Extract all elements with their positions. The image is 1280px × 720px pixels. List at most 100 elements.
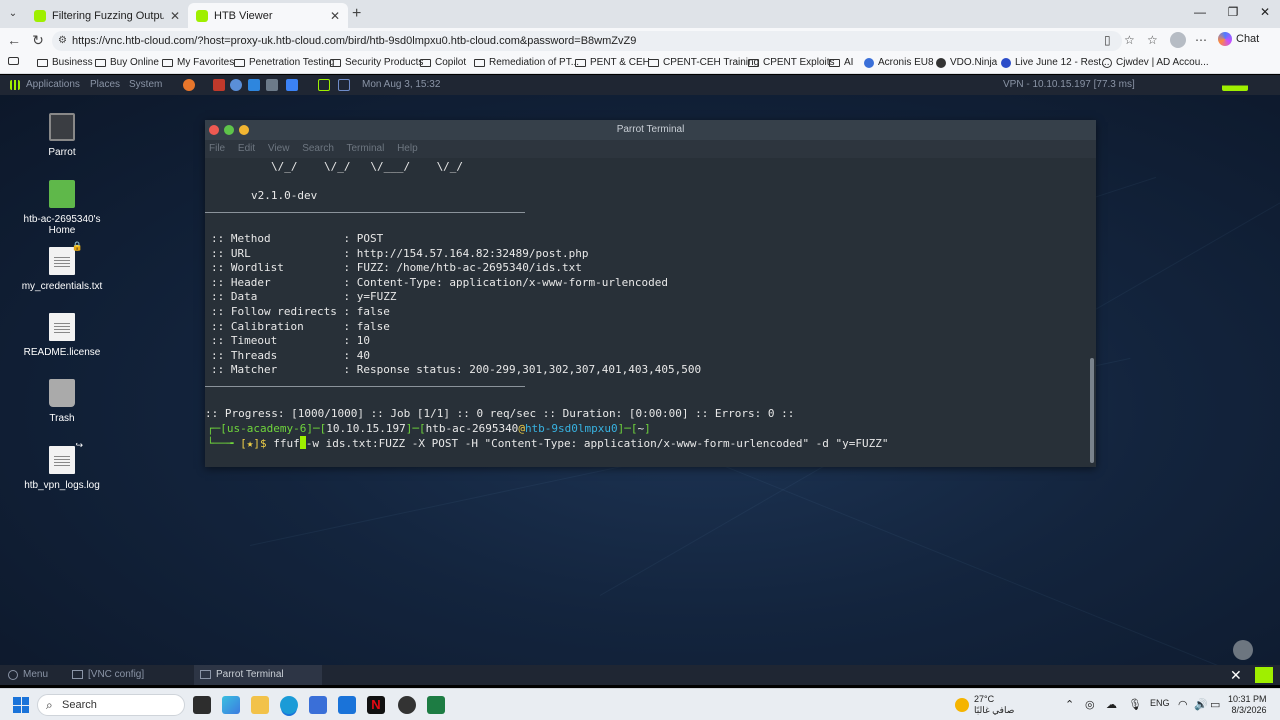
tab-close-icon[interactable]: ✕: [330, 9, 340, 23]
favorites-list-icon[interactable]: ☆: [1147, 33, 1158, 47]
tool-icon[interactable]: [266, 79, 278, 91]
desktop-icon-credentials[interactable]: 🔒 my_credentials.txt: [17, 241, 107, 292]
bookmark-remediation[interactable]: Remediation of PT...: [474, 57, 579, 68]
desktop-icon-parrot[interactable]: Parrot: [17, 113, 107, 158]
favorite-star-icon[interactable]: ☆: [1124, 33, 1135, 47]
language-indicator[interactable]: ENG: [1150, 698, 1170, 708]
bookmarks-bar: Business Buy Online My Favorites Penetra…: [0, 54, 1280, 74]
bookmark-ai[interactable]: AI: [829, 57, 853, 68]
vnc-toolbar-handle-icon[interactable]: [1233, 640, 1253, 660]
menu-button[interactable]: Menu: [8, 669, 48, 680]
task-view-icon[interactable]: [193, 696, 211, 714]
wifi-icon[interactable]: ◠: [1178, 698, 1188, 711]
tab-filtering-fuzzing[interactable]: Filtering Fuzzing Output | Hack Th ✕: [26, 3, 188, 28]
places-menu[interactable]: Places: [90, 79, 120, 90]
back-arrow-icon[interactable]: ←: [4, 32, 24, 48]
task-vnc-config[interactable]: [VNC config]: [72, 669, 144, 680]
menu-help[interactable]: Help: [397, 143, 418, 154]
tab-actions-chevron-icon[interactable]: ⌄: [4, 5, 22, 23]
app-launcher-icon[interactable]: [213, 79, 225, 91]
bookmark-copilot[interactable]: Copilot: [420, 57, 466, 68]
apps-grid-icon[interactable]: [10, 80, 20, 90]
bookmark-cjwdev[interactable]: Cjwdev | AD Accou...: [1102, 57, 1209, 68]
tab-htb-viewer[interactable]: HTB Viewer ✕: [188, 3, 348, 28]
restore-icon[interactable]: ❐: [1218, 5, 1248, 19]
terminal-output[interactable]: \/_/ \/_/ \/___/ \/_/ v2.1.0-dev :: Meth…: [205, 158, 1085, 467]
bookmark-my-favorites[interactable]: My Favorites: [162, 57, 234, 68]
menu-edit[interactable]: Edit: [238, 143, 255, 154]
minimize-window-icon[interactable]: [239, 125, 249, 135]
outlook-icon[interactable]: [338, 696, 356, 714]
menu-file[interactable]: File: [209, 143, 225, 154]
tray-app-icon[interactable]: ◎: [1085, 698, 1095, 711]
menu-terminal[interactable]: Terminal: [347, 143, 385, 154]
bookmark-security-products[interactable]: Security Products: [330, 57, 423, 68]
onedrive-icon[interactable]: ☁: [1106, 698, 1117, 711]
close-window-icon[interactable]: ✕: [1250, 5, 1280, 19]
tool-icon[interactable]: [286, 79, 298, 91]
terminal-titlebar[interactable]: Parrot Terminal: [205, 120, 1096, 140]
command-line[interactable]: └──╼ [★]$ ffuf -w ids.txt:FUZZ -X POST -H…: [207, 436, 889, 451]
tab-close-icon[interactable]: ✕: [170, 9, 180, 23]
desktop-icon-readme[interactable]: README.license: [17, 313, 107, 358]
new-tab-plus-icon[interactable]: +: [352, 5, 361, 23]
bookmark-business[interactable]: Business: [37, 57, 93, 68]
bookmark-acronis[interactable]: Acronis EU8: [864, 57, 934, 68]
store-icon[interactable]: [309, 696, 327, 714]
excel-icon[interactable]: [427, 696, 445, 714]
panel-clock[interactable]: Mon Aug 3, 15:32: [362, 79, 440, 90]
desktop-icon-vpn-logs[interactable]: ↪ htb_vpn_logs.log: [17, 440, 107, 491]
menu-search[interactable]: Search: [302, 143, 334, 154]
taskbar-clock[interactable]: 10:31 PM 8/3/2026: [1228, 694, 1267, 716]
weather-widget[interactable]: 27°C صافي غالبًا: [955, 694, 1014, 716]
bookmark-pent-ceh[interactable]: PENT & CEH: [575, 57, 650, 68]
firefox-icon[interactable]: [183, 79, 195, 91]
vnc-close-icon[interactable]: ✕: [1230, 667, 1242, 684]
taskbar-search-box[interactable]: ⌕ Search: [37, 694, 185, 716]
windows-start-icon[interactable]: [13, 697, 29, 713]
scrollbar-thumb[interactable]: [1090, 358, 1094, 463]
desktop-icon-trash[interactable]: Trash: [17, 379, 107, 424]
profile-avatar[interactable]: [1170, 32, 1186, 48]
edge-browser-icon[interactable]: [280, 696, 298, 714]
system-menu[interactable]: System: [129, 79, 162, 90]
copilot-chat-button[interactable]: Chat: [1218, 32, 1259, 46]
bookmark-live-june[interactable]: Live June 12 - Rest...: [1001, 57, 1110, 68]
browser-icon[interactable]: [230, 79, 242, 91]
reload-icon[interactable]: ↻: [28, 32, 48, 49]
maximize-window-icon[interactable]: [224, 125, 234, 135]
terminal-launcher-icon[interactable]: [318, 79, 330, 91]
applications-menu[interactable]: Applications: [26, 79, 80, 90]
vscode-icon[interactable]: [248, 79, 260, 91]
netflix-icon[interactable]: N: [367, 696, 385, 714]
link-arrow-icon: ↪: [75, 440, 83, 450]
file-explorer-icon[interactable]: [251, 696, 269, 714]
bookmark-penetration-testing[interactable]: Penetration Testing: [234, 57, 334, 68]
config-row: :: Threads : 40: [211, 348, 370, 362]
copilot-app-icon[interactable]: [222, 696, 240, 714]
bookmark-cpent-exploits[interactable]: CPENT Exploits: [748, 57, 835, 68]
vnc-desktop[interactable]: Applications Places System Mon Aug 3, 15…: [0, 75, 1280, 685]
bookmark-buy-online[interactable]: Buy Online: [95, 57, 159, 68]
menu-view[interactable]: View: [268, 143, 290, 154]
bookmark-cpent-ceh-training[interactable]: CPENT-CEH Training: [648, 57, 759, 68]
minimize-icon[interactable]: —: [1185, 5, 1215, 19]
screen-icon[interactable]: [338, 79, 350, 91]
site-info-icon[interactable]: ⚙: [58, 31, 67, 51]
url-field[interactable]: ⚙ https://vnc.htb-cloud.com/?host=proxy-…: [52, 31, 1122, 51]
workspace-switcher-icon[interactable]: [1255, 667, 1273, 683]
parrot-terminal-window[interactable]: Parrot Terminal File Edit View Search Te…: [205, 120, 1096, 467]
more-menu-icon[interactable]: ⋯: [1195, 33, 1207, 47]
terminal-scrollbar[interactable]: [1088, 158, 1096, 467]
microphone-icon[interactable]: 🎙: [1128, 698, 1142, 711]
volume-icon[interactable]: 🔊: [1194, 698, 1208, 711]
bookmarks-menu-icon[interactable]: [8, 57, 19, 65]
desktop-icon-home[interactable]: htb-ac-2695340's Home: [17, 180, 107, 236]
tray-chevron-icon[interactable]: ⌃: [1065, 698, 1074, 711]
reading-view-icon[interactable]: ▯: [1104, 33, 1111, 47]
chrome-icon[interactable]: [398, 696, 416, 714]
task-parrot-terminal[interactable]: Parrot Terminal: [200, 669, 284, 680]
battery-icon[interactable]: ▭: [1210, 698, 1220, 711]
close-window-icon[interactable]: [209, 125, 219, 135]
bookmark-vdo-ninja[interactable]: VDO.Ninja: [936, 57, 997, 68]
